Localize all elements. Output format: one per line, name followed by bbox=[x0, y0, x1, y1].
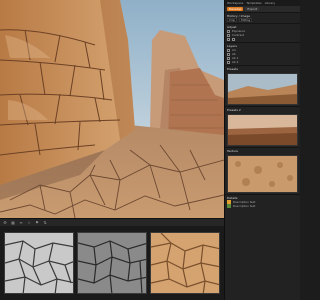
layer-row-4[interactable]: Ab 2 bbox=[232, 60, 238, 64]
tab-export[interactable]: Export bbox=[245, 7, 260, 11]
layer-checkbox-2[interactable] bbox=[227, 52, 230, 56]
adjust-checkbox-3[interactable] bbox=[227, 37, 230, 41]
layer-checkbox-1[interactable] bbox=[227, 48, 230, 52]
photo-canvas[interactable] bbox=[0, 0, 224, 218]
adjust-checkbox-2[interactable] bbox=[227, 33, 230, 37]
history-row-2[interactable]: Editing bbox=[239, 18, 253, 22]
cracked-earth-bw-image bbox=[5, 233, 73, 293]
adjust-label-2: Contrast bbox=[232, 33, 244, 37]
gear-icon[interactable]: ⚙ bbox=[3, 220, 7, 225]
cracked-earth-gray-image bbox=[78, 233, 146, 293]
layer-checkbox-3[interactable] bbox=[227, 56, 230, 60]
list-icon[interactable]: ≡ bbox=[19, 220, 23, 225]
desert-landscape-image bbox=[228, 74, 297, 104]
thumbnail-3[interactable] bbox=[150, 232, 220, 294]
history-row-1[interactable]: Crop bbox=[227, 18, 238, 22]
preset1-title[interactable]: Presets bbox=[227, 67, 298, 71]
flag-icon[interactable]: ⚑ bbox=[35, 220, 39, 225]
texture-section: Texture bbox=[225, 147, 300, 154]
filmstrip bbox=[0, 226, 224, 300]
canyon-photo bbox=[0, 0, 224, 218]
adjust-checkbox-1[interactable] bbox=[227, 29, 230, 33]
preset2-title[interactable]: Presets 2 bbox=[227, 108, 298, 112]
filmstrip-toolbar: ⚙ ▦ ≡ ☆ ⚑ ⇅ bbox=[0, 218, 224, 226]
preset-section-1: Presets bbox=[225, 65, 300, 72]
texture-preview[interactable] bbox=[227, 155, 298, 193]
texture-title[interactable]: Texture bbox=[227, 149, 298, 153]
thumbnail-2[interactable] bbox=[77, 232, 147, 294]
tab-develop[interactable]: Develop bbox=[227, 7, 244, 11]
layers-section: Layers All Ab Ab 1 Ab 2 bbox=[225, 42, 300, 65]
right-panel: Workspace Templates Library Develop Expo… bbox=[224, 0, 300, 300]
details-section: Details Description text Description tex… bbox=[225, 194, 300, 209]
workspace-menu[interactable]: Workspace bbox=[227, 1, 243, 5]
thumbnail-1[interactable] bbox=[4, 232, 74, 294]
templates-menu[interactable]: Templates bbox=[246, 1, 261, 5]
adjust-checkbox-4[interactable] bbox=[232, 37, 235, 41]
color-chip-2 bbox=[227, 204, 231, 208]
adjust-section: Adjust Exposure Contrast bbox=[225, 23, 300, 42]
desert-sunset-image bbox=[228, 115, 297, 145]
layer-checkbox-4[interactable] bbox=[227, 60, 230, 64]
grid-icon[interactable]: ▦ bbox=[11, 220, 15, 225]
preset-section-2: Presets 2 bbox=[225, 106, 300, 113]
library-menu[interactable]: Library bbox=[265, 1, 276, 5]
sand-texture-image bbox=[228, 156, 297, 192]
sort-icon[interactable]: ⇅ bbox=[43, 220, 47, 225]
history-section: History / Image Crop Editing bbox=[225, 12, 300, 23]
star-icon[interactable]: ☆ bbox=[27, 220, 31, 225]
preset-preview-1[interactable] bbox=[227, 73, 298, 105]
preset-preview-2[interactable] bbox=[227, 114, 298, 146]
info-row-2: Description text bbox=[233, 204, 256, 208]
cracked-earth-warm-image bbox=[151, 233, 219, 293]
